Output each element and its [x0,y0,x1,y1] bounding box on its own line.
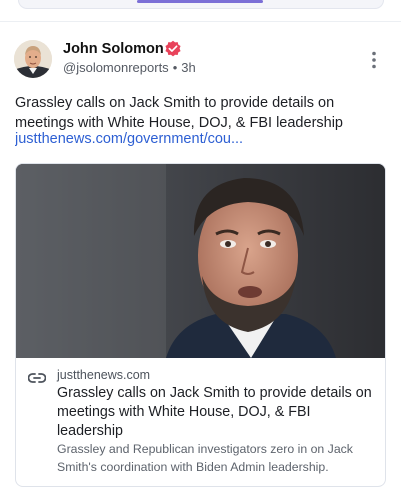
verified-badge-icon [165,40,181,57]
link-icon [28,373,46,383]
card-description: Grassley and Republican investigators ze… [57,442,353,474]
post-text: Grassley calls on Jack Smith to provide … [15,95,343,131]
card-domain: justthenews.com [57,368,151,382]
author-name[interactable]: John Solomon [63,41,164,57]
post-timestamp: 3h [181,60,196,75]
meta-separator: • [172,60,178,75]
post-link[interactable]: justthenews.com/government/cou... [15,129,387,149]
author-meta: @jsolomonreports • 3h [63,60,196,75]
link-preview-card[interactable]: justthenews.com Grassley calls on Jack S… [15,163,386,487]
card-body[interactable]: justthenews.com Grassley calls on Jack S… [16,358,385,486]
card-image[interactable] [16,164,385,358]
author-handle[interactable]: @jsolomonreports [63,60,169,75]
more-vertical-icon[interactable] [366,50,382,70]
avatar[interactable] [14,40,52,78]
active-tab-indicator [137,0,263,3]
top-strip [0,0,401,22]
card-title[interactable]: Grassley calls on Jack Smith to provide … [57,384,375,441]
